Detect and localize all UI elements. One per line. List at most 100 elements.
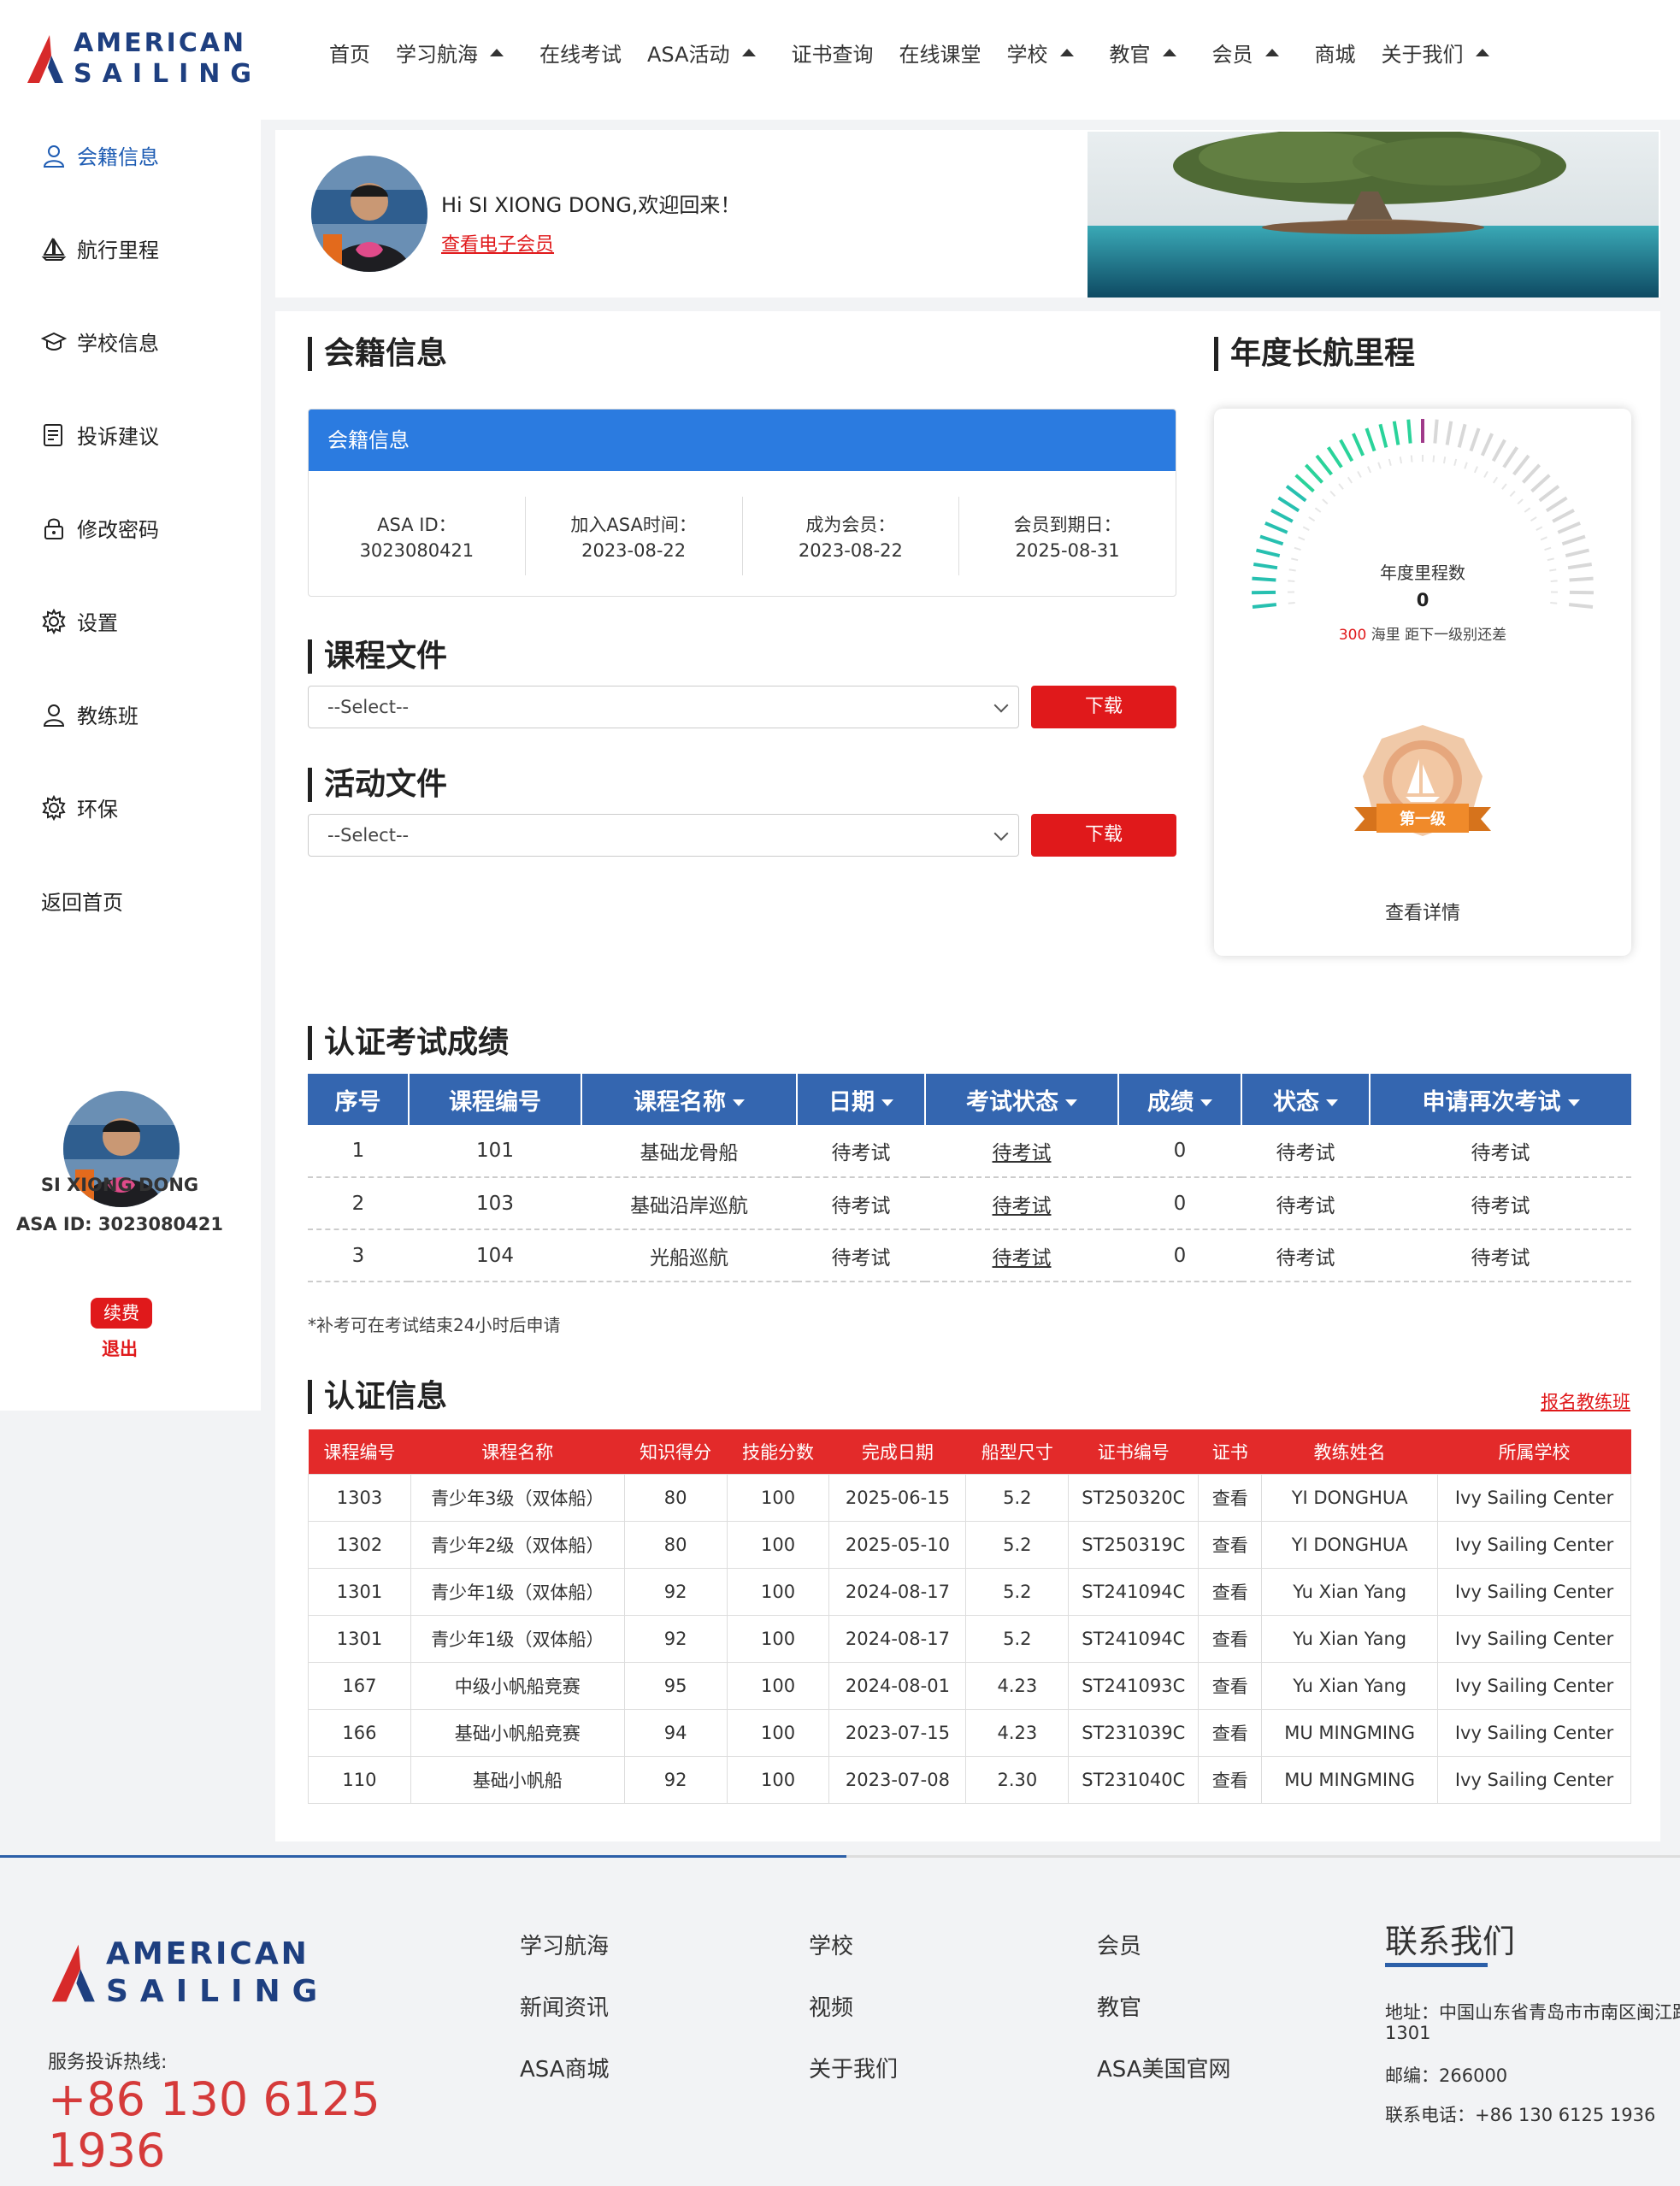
sort-caret-icon: [1567, 1099, 1580, 1106]
avatar[interactable]: [311, 156, 427, 272]
nav-item[interactable]: 商城: [1315, 38, 1356, 68]
welcome-greeting: Hi SI XIONG DONG,欢迎回来！: [441, 193, 741, 217]
column-header: 所属学校: [1437, 1429, 1631, 1474]
table-cell: 青少年3级（双体船）: [410, 1473, 625, 1522]
banner-image: [1088, 132, 1659, 298]
table-cell: 80: [623, 1520, 728, 1569]
table-cell: 2.30: [965, 1755, 1070, 1804]
table-cell: ST250320C: [1068, 1473, 1200, 1522]
table-cell: ST241094C: [1068, 1567, 1200, 1616]
sailboat-icon: [41, 238, 67, 261]
exam-status-link[interactable]: 待考试: [925, 1229, 1118, 1282]
table-cell: 5.2: [965, 1614, 1070, 1663]
asa-logo-footer[interactable]: AMERICAN SAILING: [48, 1939, 329, 2007]
activity-files-title: 活动文件: [308, 768, 447, 802]
footer-link[interactable]: 视频: [809, 1990, 853, 2022]
column-header[interactable]: 状态: [1241, 1074, 1371, 1125]
nav-item[interactable]: 在线课堂: [899, 38, 981, 68]
column-header[interactable]: 课程名称: [581, 1074, 798, 1125]
gauge-tick: [1285, 485, 1307, 503]
column-header[interactable]: 日期: [797, 1074, 926, 1125]
hotline-label: 服务投诉热线:: [48, 2052, 168, 2073]
view-certificate-link[interactable]: 查看: [1198, 1661, 1263, 1710]
nav-item[interactable]: 会员: [1212, 38, 1289, 68]
asa-logo[interactable]: AMERICAN SAILING: [24, 31, 262, 87]
sidebar-item-label: 设置: [77, 611, 118, 635]
view-details-link[interactable]: 查看详情: [1214, 898, 1631, 925]
sidebar-item-password[interactable]: 修改密码: [41, 513, 159, 543]
nav-item-label: 在线课堂: [899, 43, 981, 67]
activity-download-button[interactable]: 下载: [1031, 814, 1176, 857]
table-cell: 100: [726, 1614, 830, 1663]
column-header[interactable]: 考试状态: [925, 1074, 1119, 1125]
footer-link[interactable]: 学校: [809, 1929, 853, 1960]
footer-link[interactable]: ASA商城: [520, 2052, 610, 2083]
nav-item[interactable]: 学校: [1007, 38, 1084, 68]
nav-item[interactable]: 关于我们: [1382, 38, 1500, 68]
sidebar-item-coach-class[interactable]: 教练班: [41, 699, 139, 729]
gauge-tick: [1538, 485, 1560, 503]
course-download-button[interactable]: 下载: [1031, 686, 1176, 728]
footer-link[interactable]: 会员: [1097, 1929, 1141, 1960]
nav-item[interactable]: 教官: [1110, 38, 1187, 68]
footer-link[interactable]: 新闻资讯: [520, 1990, 609, 2022]
exam-status-link[interactable]: 待考试: [925, 1125, 1118, 1178]
sidebar-item-label: 返回首页: [41, 891, 123, 915]
member-field-member-since: 成为会员： 2023-08-22: [743, 497, 960, 575]
footer-link[interactable]: ASA美国官网: [1097, 2052, 1231, 2083]
nav-item-label: 首页: [329, 43, 370, 67]
nav-item[interactable]: ASA活动: [647, 38, 766, 68]
table-row: 2 103 基础沿岸巡航 待考试 待考试 0 待考试 待考试: [308, 1177, 1631, 1230]
gauge-minor-tick: [1473, 466, 1479, 474]
sidebar-item-school[interactable]: 学校信息: [41, 327, 159, 356]
view-certificate-link[interactable]: 查看: [1198, 1755, 1263, 1804]
sidebar-item-feedback[interactable]: 投诉建议: [41, 420, 159, 450]
sidebar-item-environment[interactable]: 环保: [41, 792, 118, 822]
footer-link[interactable]: 学习航海: [520, 1929, 609, 1960]
exam-status-link[interactable]: 待考试: [925, 1177, 1118, 1230]
table-cell: 1: [308, 1125, 409, 1178]
gauge-tick: [1530, 474, 1551, 493]
table-cell: 基础龙骨船: [581, 1125, 797, 1178]
view-certificate-link[interactable]: 查看: [1198, 1708, 1263, 1757]
table-cell: 中级小帆船竞赛: [410, 1661, 625, 1710]
sidebar-item-settings[interactable]: 设置: [41, 606, 118, 636]
logo-text-line1: AMERICAN: [74, 28, 247, 58]
column-header[interactable]: 成绩: [1118, 1074, 1242, 1125]
member-field-asa-id: ASA ID： 3023080421: [309, 497, 526, 575]
view-certificate-link[interactable]: 查看: [1198, 1614, 1263, 1663]
logout-link[interactable]: 退出: [0, 1335, 239, 1361]
sidebar-item-label: 会籍信息: [77, 145, 159, 169]
sidebar-item-mileage[interactable]: 航行里程: [41, 233, 159, 263]
view-certificate-link[interactable]: 查看: [1198, 1567, 1263, 1616]
table-cell: 100: [726, 1473, 830, 1522]
contact-underline: [1385, 1963, 1488, 1967]
gauge-minor-tick: [1530, 516, 1537, 522]
view-certificate-link[interactable]: 查看: [1198, 1473, 1263, 1522]
field-value: 2023-08-22: [581, 540, 687, 561]
gauge-minor-tick: [1432, 455, 1435, 463]
enroll-coach-class-link[interactable]: 报名教练班: [1541, 1388, 1630, 1414]
sidebar-item-home[interactable]: 返回首页: [41, 886, 123, 916]
view-certificate-link[interactable]: 查看: [1198, 1520, 1263, 1569]
nav-item[interactable]: 学习航海: [396, 38, 514, 68]
nav-item[interactable]: 证书查询: [792, 38, 874, 68]
nav-item[interactable]: 首页: [329, 38, 370, 68]
table-cell: 103: [409, 1177, 581, 1230]
column-header[interactable]: 申请再次考试: [1370, 1074, 1631, 1125]
footer-link[interactable]: 关于我们: [809, 2052, 898, 2083]
table-cell: 4.23: [965, 1661, 1070, 1710]
view-ecard-link[interactable]: 查看电子会员: [441, 229, 554, 256]
activity-file-select[interactable]: --Select--: [308, 814, 1019, 857]
footer-link[interactable]: 教官: [1097, 1990, 1141, 2022]
table-row: 110 基础小帆船 92 100 2023-07-08 2.30 ST231040C 查看 MU…: [308, 1755, 1631, 1804]
table-cell: 基础沿岸巡航: [581, 1177, 797, 1230]
course-file-select[interactable]: --Select--: [308, 686, 1019, 728]
exam-section-title: 认证考试成绩: [308, 1026, 509, 1060]
renew-button[interactable]: 续费: [91, 1298, 152, 1329]
column-header: 技能分数: [727, 1429, 829, 1474]
user-name: SI XIONG DONG: [40, 1175, 199, 1195]
island-tree-image: [1088, 132, 1659, 298]
sidebar-item-membership[interactable]: 会籍信息: [41, 140, 159, 170]
nav-item[interactable]: 在线考试: [539, 38, 622, 68]
